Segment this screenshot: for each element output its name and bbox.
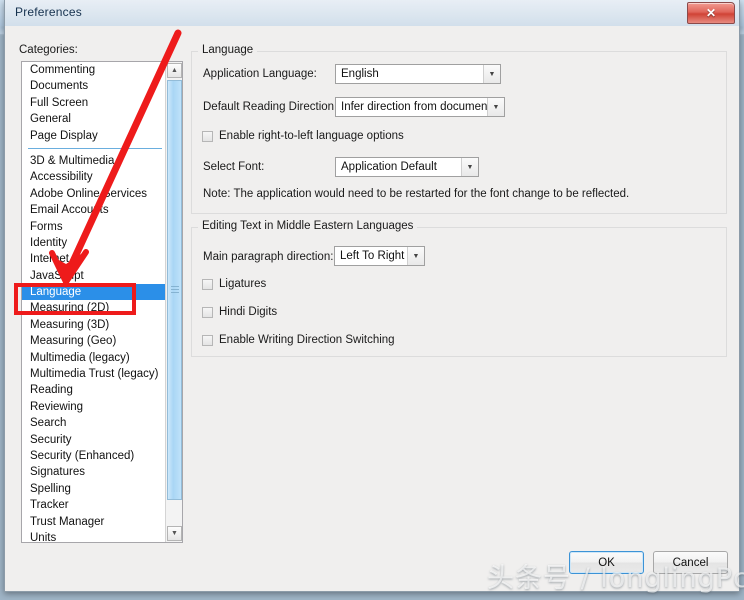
sidebar-item-security[interactable]: Security bbox=[22, 432, 166, 448]
categories-label: Categories: bbox=[19, 44, 78, 56]
sidebar-item-email-accounts[interactable]: Email Accounts bbox=[22, 202, 166, 218]
hindi-digits-checkbox-row[interactable]: Hindi Digits bbox=[202, 306, 277, 318]
ligatures-checkbox-row[interactable]: Ligatures bbox=[202, 278, 266, 290]
sidebar-item-spelling[interactable]: Spelling bbox=[22, 481, 166, 497]
sidebar-item-multimedia-legacy[interactable]: Multimedia (legacy) bbox=[22, 350, 166, 366]
sidebar-item-3d-multimedia[interactable]: 3D & Multimedia bbox=[22, 153, 166, 169]
title-bar: Preferences ✕ bbox=[5, 0, 739, 26]
categories-list: Commenting Documents Full Screen General Pag… bbox=[22, 62, 166, 542]
scroll-down-icon[interactable]: ▼ bbox=[167, 526, 182, 541]
application-language-label: Application Language: bbox=[203, 68, 317, 80]
enable-rtl-checkbox-row[interactable]: Enable right-to-left language options bbox=[202, 130, 404, 142]
sidebar-item-reviewing[interactable]: Reviewing bbox=[22, 399, 166, 415]
editing-group-title: Editing Text in Middle Eastern Languages bbox=[198, 220, 418, 232]
sidebar-item-forms[interactable]: Forms bbox=[22, 219, 166, 235]
default-reading-direction-combo[interactable]: Infer direction from document ▼ bbox=[335, 97, 505, 117]
sidebar-item-units[interactable]: Units bbox=[22, 530, 166, 542]
scrollbar-thumb[interactable] bbox=[167, 80, 182, 500]
scroll-up-icon[interactable]: ▲ bbox=[167, 63, 182, 78]
sidebar-item-internet[interactable]: Internet bbox=[22, 251, 166, 267]
close-icon: ✕ bbox=[705, 6, 717, 20]
chevron-down-icon: ▼ bbox=[487, 98, 504, 116]
categories-listbox[interactable]: Commenting Documents Full Screen General Pag… bbox=[21, 61, 183, 543]
sidebar-item-language[interactable]: Language bbox=[22, 284, 166, 301]
sidebar-item-full-screen[interactable]: Full Screen bbox=[22, 95, 166, 111]
chevron-down-icon: ▼ bbox=[483, 65, 500, 83]
select-font-value: Application Default bbox=[341, 161, 437, 173]
categories-scrollbar[interactable]: ▲ ▼ bbox=[165, 62, 182, 542]
sidebar-item-general[interactable]: General bbox=[22, 111, 166, 127]
ligatures-label: Ligatures bbox=[219, 278, 267, 290]
chevron-down-icon: ▼ bbox=[407, 247, 424, 265]
sidebar-item-commenting[interactable]: Commenting bbox=[22, 62, 166, 78]
writing-direction-switching-label: Enable Writing Direction Switching bbox=[219, 334, 395, 346]
ligatures-checkbox[interactable] bbox=[202, 278, 213, 290]
sidebar-item-search[interactable]: Search bbox=[22, 415, 166, 431]
sidebar-item-tracker[interactable]: Tracker bbox=[22, 497, 166, 513]
application-language-combo[interactable]: English ▼ bbox=[335, 64, 501, 84]
sidebar-item-page-display[interactable]: Page Display bbox=[22, 128, 166, 144]
writing-direction-switching-checkbox[interactable] bbox=[202, 334, 213, 346]
sidebar-item-accessibility[interactable]: Accessibility bbox=[22, 169, 166, 185]
preferences-dialog: Preferences ✕ Categories: Commenting Docu… bbox=[4, 0, 740, 592]
close-button[interactable]: ✕ bbox=[687, 2, 735, 24]
sidebar-item-measuring-geo[interactable]: Measuring (Geo) bbox=[22, 333, 166, 349]
category-separator bbox=[22, 144, 166, 153]
ok-button[interactable]: OK bbox=[569, 551, 644, 574]
chevron-down-icon: ▼ bbox=[461, 158, 478, 176]
sidebar-item-adobe-online-services[interactable]: Adobe Online Services bbox=[22, 186, 166, 202]
sidebar-item-measuring-3d[interactable]: Measuring (3D) bbox=[22, 317, 166, 333]
main-paragraph-direction-label: Main paragraph direction: bbox=[203, 251, 334, 263]
cancel-button[interactable]: Cancel bbox=[653, 551, 728, 574]
default-reading-direction-label: Default Reading Direction: bbox=[203, 101, 338, 113]
main-paragraph-direction-combo[interactable]: Left To Right ▼ bbox=[334, 246, 425, 266]
enable-rtl-label: Enable right-to-left language options bbox=[219, 130, 404, 142]
scrollbar-grip-icon bbox=[171, 286, 179, 294]
select-font-label: Select Font: bbox=[203, 161, 265, 173]
enable-rtl-checkbox[interactable] bbox=[202, 130, 213, 142]
sidebar-item-reading[interactable]: Reading bbox=[22, 382, 166, 398]
language-group-title: Language bbox=[198, 44, 258, 56]
hindi-digits-checkbox[interactable] bbox=[202, 306, 213, 318]
application-language-value: English bbox=[341, 68, 379, 80]
sidebar-item-signatures[interactable]: Signatures bbox=[22, 464, 166, 480]
font-restart-note: Note: The application would need to be r… bbox=[203, 188, 630, 200]
main-paragraph-direction-value: Left To Right bbox=[340, 250, 405, 262]
select-font-combo[interactable]: Application Default ▼ bbox=[335, 157, 479, 177]
sidebar-item-identity[interactable]: Identity bbox=[22, 235, 166, 251]
sidebar-item-documents[interactable]: Documents bbox=[22, 78, 166, 94]
sidebar-item-measuring-2d[interactable]: Measuring (2D) bbox=[22, 300, 166, 316]
sidebar-item-multimedia-trust-legacy[interactable]: Multimedia Trust (legacy) bbox=[22, 366, 166, 382]
writing-direction-switching-checkbox-row[interactable]: Enable Writing Direction Switching bbox=[202, 334, 395, 346]
default-reading-direction-value: Infer direction from document bbox=[341, 101, 487, 113]
sidebar-item-javascript[interactable]: JavaScript bbox=[22, 268, 166, 284]
hindi-digits-label: Hindi Digits bbox=[219, 306, 278, 318]
sidebar-item-trust-manager[interactable]: Trust Manager bbox=[22, 514, 166, 530]
sidebar-item-security-enhanced[interactable]: Security (Enhanced) bbox=[22, 448, 166, 464]
window-title: Preferences bbox=[15, 5, 82, 19]
